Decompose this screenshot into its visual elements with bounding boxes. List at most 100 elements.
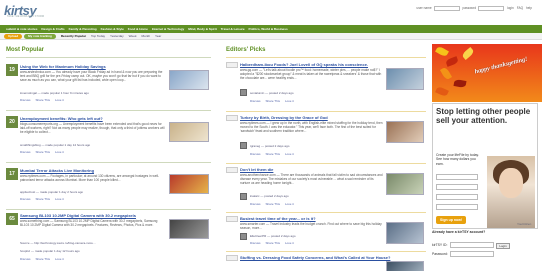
- story-title[interactable]: Don't let them die: [240, 167, 273, 172]
- story-actions: Discuss Share This Love it: [250, 202, 299, 206]
- share-link[interactable]: Share This: [266, 99, 280, 103]
- love-link[interactable]: Love it: [55, 150, 64, 154]
- avatar[interactable]: [240, 142, 247, 149]
- nav-item-fashion[interactable]: Fashion & Style: [101, 27, 124, 31]
- thanksgiving-banner[interactable]: happy thanksgetting!: [432, 44, 542, 102]
- nav-item-politics[interactable]: Politics, World & Business: [249, 27, 288, 31]
- discuss-link[interactable]: Discuss: [250, 152, 261, 156]
- vote-tracking-button[interactable]: My vote tracking: [24, 34, 56, 39]
- ad-input[interactable]: [436, 204, 478, 210]
- discuss-link[interactable]: Discuss: [250, 241, 261, 245]
- love-link[interactable]: Love it: [55, 257, 64, 261]
- love-link[interactable]: Love it: [285, 241, 294, 245]
- login-button[interactable]: Login: [496, 243, 510, 249]
- share-link[interactable]: Share This: [36, 98, 50, 102]
- list-item: Turkey by Birth, Dressing by the Grace o…: [226, 115, 426, 162]
- ad-signup-button[interactable]: Sign up now!: [436, 216, 466, 224]
- header-links: user name password login FAQ help: [415, 6, 532, 11]
- nav-item-mind[interactable]: Mind, Body & Spirit: [188, 27, 217, 31]
- avatar[interactable]: [240, 89, 247, 96]
- nav-item-family[interactable]: Family & Parenting: [69, 27, 97, 31]
- discuss-link[interactable]: Discuss: [250, 202, 261, 206]
- share-link[interactable]: Share This: [266, 152, 280, 156]
- story-title[interactable]: Mumbai Terror Attacks Live Monitoring: [20, 168, 94, 173]
- story-title[interactable]: Halberdham-ibou Foods? Joel Lovell of GQ…: [240, 62, 368, 67]
- nav-item-travel[interactable]: Travel & Leisure: [221, 27, 245, 31]
- share-link[interactable]: Share This: [36, 150, 50, 154]
- faq-link[interactable]: FAQ: [517, 6, 523, 10]
- advertisement[interactable]: Stop letting other people sell your atte…: [432, 103, 538, 229]
- discuss-link[interactable]: Discuss: [250, 99, 261, 103]
- leaf-icon: [453, 79, 467, 88]
- story-title[interactable]: Turkey by Birth, Dressing by the Grace o…: [240, 115, 328, 120]
- discuss-link[interactable]: Discuss: [20, 150, 31, 154]
- divider: [226, 163, 426, 164]
- nav-item-internet[interactable]: Internet & Technology: [152, 27, 184, 31]
- ad-input[interactable]: [436, 194, 478, 200]
- story-thumbnail[interactable]: [169, 174, 209, 194]
- love-link[interactable]: Love it: [55, 98, 64, 102]
- tab-month[interactable]: Month: [141, 34, 150, 38]
- avatar[interactable]: [240, 233, 247, 240]
- login-box: Already have a kirTSY account? kirTSY ID…: [432, 230, 538, 270]
- leaf-icon: [435, 45, 449, 58]
- list-item: 20 Unemployment benefits: Who gets left …: [6, 116, 211, 160]
- story-thumbnail[interactable]: [386, 121, 424, 143]
- story-thumbnail[interactable]: [386, 68, 424, 90]
- love-link[interactable]: Love it: [285, 202, 294, 206]
- vote-count[interactable]: 65: [6, 213, 18, 225]
- discuss-link[interactable]: Discuss: [20, 98, 31, 102]
- password-input[interactable]: [450, 251, 494, 257]
- story-thumbnail[interactable]: [386, 222, 424, 244]
- story-title[interactable]: Using the Web for Maximum Holiday Saving…: [20, 64, 106, 69]
- vote-count[interactable]: 19: [6, 64, 18, 76]
- list-item: 65 Samsung BL103 10.2MP Digital Camera w…: [6, 213, 211, 269]
- tab-yesterday[interactable]: Yesterday: [110, 34, 124, 38]
- leaf-icon: [435, 85, 449, 98]
- story-actions: Discuss Share This Love it: [250, 152, 299, 156]
- story-actions: Discuss Share This Love it: [250, 99, 299, 103]
- story-title[interactable]: Samsung BL103 10.2MP Digital Camera with…: [20, 213, 136, 218]
- tab-recently-popular[interactable]: Recently Popular: [61, 34, 86, 38]
- vote-count[interactable]: 17: [6, 168, 18, 180]
- ad-photo: [487, 156, 535, 228]
- username-input[interactable]: [433, 6, 460, 11]
- password-input[interactable]: [478, 6, 505, 11]
- discuss-link[interactable]: Discuss: [20, 197, 31, 201]
- love-link[interactable]: Love it: [55, 197, 64, 201]
- story-source: Source — http://technology.xavre.ro/blog…: [20, 241, 96, 245]
- story-thumbnail[interactable]: [169, 122, 209, 142]
- story-thumbnail[interactable]: [169, 70, 209, 90]
- avatar[interactable]: [240, 193, 247, 200]
- story-thumbnail[interactable]: [169, 219, 209, 239]
- story-title[interactable]: Busiest travel time of the year... or is…: [240, 216, 316, 221]
- ad-input[interactable]: [436, 184, 478, 190]
- share-link[interactable]: Share This: [36, 257, 50, 261]
- help-link[interactable]: help: [526, 6, 532, 10]
- tab-year[interactable]: Year: [155, 34, 161, 38]
- vote-count[interactable]: 20: [6, 116, 18, 128]
- story-thumbnail[interactable]: [386, 173, 424, 195]
- story-meta: applied.lust — made popular 1 day 2 hour…: [20, 190, 84, 194]
- upload-button[interactable]: Upload: [4, 34, 23, 39]
- story-title[interactable]: Unemployment benefits: Who gets left out…: [20, 116, 103, 121]
- ad-input[interactable]: [436, 174, 478, 180]
- nav-item-food[interactable]: Food & Home: [128, 27, 148, 31]
- share-link[interactable]: Share This: [36, 197, 50, 201]
- love-link[interactable]: Love it: [285, 99, 294, 103]
- nav-item-submit[interactable]: submit & vote stories: [6, 27, 37, 31]
- discuss-link[interactable]: Discuss: [20, 257, 31, 261]
- login-link[interactable]: login: [507, 6, 514, 10]
- divider: [226, 212, 426, 213]
- tab-top-today[interactable]: Top Today: [91, 34, 105, 38]
- share-link[interactable]: Share This: [266, 202, 280, 206]
- love-link[interactable]: Love it: [285, 152, 294, 156]
- divider: [6, 57, 211, 58]
- story-actions: Discuss Share This Love it: [20, 197, 69, 201]
- kirtsy-id-input[interactable]: [450, 242, 494, 248]
- story-thumbnail[interactable]: [386, 261, 424, 271]
- tab-week[interactable]: Week: [129, 34, 137, 38]
- share-link[interactable]: Share This: [266, 241, 280, 245]
- nav-item-design[interactable]: Design & Crafts: [41, 27, 64, 31]
- story-title[interactable]: Stuffing vs. Dressing Food Safety Concer…: [240, 255, 390, 260]
